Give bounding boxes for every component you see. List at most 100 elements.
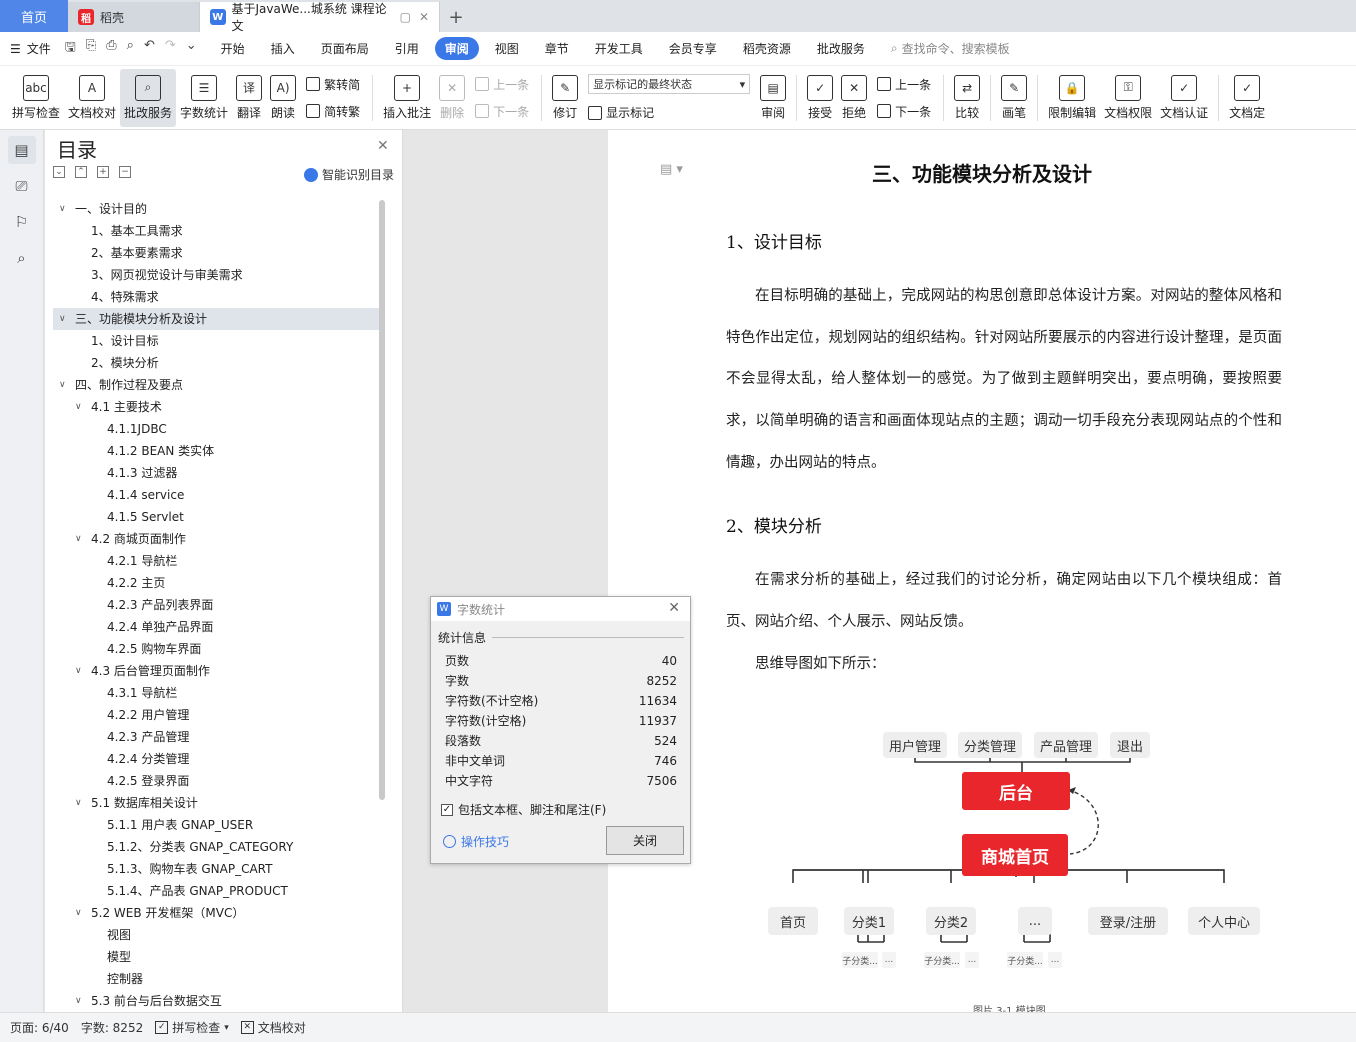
undo-icon[interactable]: ↶ xyxy=(144,38,155,60)
toc-item[interactable]: ∨ 5.2 WEB 开发框架（MVC） xyxy=(53,902,379,924)
close-tab-icon[interactable]: ✕ xyxy=(419,10,429,24)
chevron-down-icon[interactable]: ∨ xyxy=(59,374,66,396)
toc-panel-icon[interactable]: ▤ xyxy=(7,136,36,164)
doc-certify-button[interactable]: ✓ 文档认证 xyxy=(1156,69,1212,127)
toc-item[interactable]: 5.1.4、产品表 GNAP_PRODUCT xyxy=(53,880,379,902)
save-icon[interactable]: 🖫 xyxy=(65,38,76,60)
status-spell-check[interactable]: ✓ 拼写检查 ▾ xyxy=(155,1019,229,1036)
file-menu[interactable]: ☰ 文件 xyxy=(10,40,51,57)
toc-item[interactable]: 4.2.4 分类管理 xyxy=(53,748,379,770)
chevron-down-icon[interactable]: ∨ xyxy=(75,902,82,924)
toc-item[interactable]: 2、基本要素需求 xyxy=(53,242,379,264)
tab-docer[interactable]: 稻 稻壳 xyxy=(68,2,200,32)
next-comment-button[interactable]: 下一条 xyxy=(475,103,529,120)
chevron-down-icon[interactable]: ∨ xyxy=(59,198,66,220)
menu-tab-review[interactable]: 审阅 xyxy=(434,37,479,60)
toc-item[interactable]: 4.2.5 登录界面 xyxy=(53,770,379,792)
toc-item[interactable]: 5.1.1 用户表 GNAP_USER xyxy=(53,814,379,836)
chevron-down-icon[interactable]: ∨ xyxy=(59,308,66,330)
markup-state-select[interactable]: 显示标记的最终状态 ▾ xyxy=(588,74,751,94)
chevron-down-icon[interactable]: ∨ xyxy=(75,660,82,682)
preview-icon[interactable]: ⌕ xyxy=(127,38,134,60)
chevron-down-icon[interactable]: ∨ xyxy=(75,792,82,814)
correct-service-button[interactable]: ⌕ 批改服务 xyxy=(120,68,177,127)
menu-tab-docer[interactable]: 稻壳资源 xyxy=(733,37,801,60)
collapse-all-icon[interactable]: ⌄ xyxy=(53,166,65,178)
command-search[interactable]: ⌕ 查找命令、搜索模板 xyxy=(891,40,1010,57)
expand-all-icon[interactable]: ⌃ xyxy=(75,166,87,178)
to-traditional-button[interactable]: 简转繁 xyxy=(306,103,360,120)
page-indicator[interactable]: 页面: 6/40 xyxy=(10,1019,69,1036)
toc-item[interactable]: 4.2.3 产品管理 xyxy=(53,726,379,748)
toc-item[interactable]: 4.1.3 过滤器 xyxy=(53,462,379,484)
toc-item[interactable]: 模型 xyxy=(53,946,379,968)
close-icon[interactable]: ✕ xyxy=(377,138,389,154)
more-icon[interactable]: ⌄ xyxy=(186,38,197,60)
prev-revision-button[interactable]: 上一条 xyxy=(877,76,931,93)
toc-item[interactable]: 5.1.2、分类表 GNAP_CATEGORY xyxy=(53,836,379,858)
tab-document[interactable]: W 基于JavaWe...城系统 课程论文 ▢ ✕ xyxy=(200,2,440,33)
close-button[interactable]: 关闭 xyxy=(606,826,684,855)
menu-tab-correct[interactable]: 批改服务 xyxy=(807,37,875,60)
toc-item[interactable]: 5.1.3、购物车表 GNAP_CART xyxy=(53,858,379,880)
toc-item[interactable]: 4、特殊需求 xyxy=(53,286,379,308)
toc-item[interactable]: 4.2.5 购物车界面 xyxy=(53,638,379,660)
chevron-down-icon[interactable]: ∨ xyxy=(75,990,82,1012)
translate-button[interactable]: 译翻译 xyxy=(232,69,266,127)
toc-item[interactable]: ∨ 4.1 主要技术 xyxy=(53,396,379,418)
toc-item[interactable]: 视图 xyxy=(53,924,379,946)
toc-item[interactable]: 4.1.2 BEAN 类实体 xyxy=(53,440,379,462)
toc-item[interactable]: 4.2.1 导航栏 xyxy=(53,550,379,572)
word-count-button[interactable]: ☰ 字数统计 xyxy=(176,69,232,127)
find-icon[interactable]: ⌕ xyxy=(8,244,36,272)
menu-tab-member[interactable]: 会员专享 xyxy=(659,37,727,60)
include-footnotes-checkbox[interactable]: ✓ 包括文本框、脚注和尾注(F) xyxy=(441,801,606,818)
doc-permission-button[interactable]: ⚿ 文档权限 xyxy=(1100,69,1156,127)
word-count-indicator[interactable]: 字数: 8252 xyxy=(81,1019,143,1036)
toc-item[interactable]: ∨ 三、功能模块分析及设计 xyxy=(53,308,379,330)
doc-proof-button[interactable]: A 文档校对 xyxy=(64,69,120,127)
toc-item[interactable]: 1、设计目标 xyxy=(53,330,379,352)
prev-comment-button[interactable]: 上一条 xyxy=(475,76,529,93)
spell-check-button[interactable]: abc 拼写检查 xyxy=(8,69,64,127)
toc-item[interactable]: 4.1.1JDBC xyxy=(53,418,379,440)
doc-finalize-button[interactable]: ✓ 文档定 xyxy=(1225,69,1269,127)
toc-item[interactable]: 4.2.2 主页 xyxy=(53,572,379,594)
accept-button[interactable]: ✓ 接受 xyxy=(803,69,837,127)
delete-comment-button[interactable]: ✕ 删除 xyxy=(435,69,469,127)
export-icon[interactable]: ⎘ xyxy=(86,38,96,60)
toc-item[interactable]: ∨ 一、设计目的 xyxy=(53,198,379,220)
to-simplified-button[interactable]: 繁转简 xyxy=(306,76,360,93)
menu-tab-start[interactable]: 开始 xyxy=(211,37,255,60)
chevron-down-icon[interactable]: ∨ xyxy=(75,396,82,418)
remove-level-icon[interactable]: − xyxy=(119,166,131,178)
reject-button[interactable]: ✕ 拒绝 xyxy=(837,69,871,127)
toc-item[interactable]: 4.2.4 单独产品界面 xyxy=(53,616,379,638)
redo-icon[interactable]: ↷ xyxy=(165,38,176,60)
add-level-icon[interactable]: + xyxy=(97,166,109,178)
pen-button[interactable]: ✎ 画笔 xyxy=(997,69,1031,127)
bookmark-icon[interactable]: ⚐ xyxy=(8,208,36,236)
next-revision-button[interactable]: 下一条 xyxy=(877,103,931,120)
toc-item[interactable]: 4.3.1 导航栏 xyxy=(53,682,379,704)
print-icon[interactable]: ⎙ xyxy=(106,38,116,60)
show-markup-button[interactable]: 显示标记 xyxy=(588,104,750,121)
restrict-edit-button[interactable]: 🔒 限制编辑 xyxy=(1044,69,1100,127)
status-proof[interactable]: ✕ 文档校对 xyxy=(240,1019,306,1036)
toc-item[interactable]: ∨ 5.3 前台与后台数据交互 xyxy=(53,990,379,1012)
toc-item[interactable]: 控制器 xyxy=(53,968,379,990)
smart-toc-button[interactable]: 智能识别目录 xyxy=(303,166,394,183)
toc-item[interactable]: 4.2.2 用户管理 xyxy=(53,704,379,726)
close-icon[interactable]: ✕ xyxy=(668,600,680,616)
toc-item[interactable]: ∨ 四、制作过程及要点 xyxy=(53,374,379,396)
insert-comment-button[interactable]: + 插入批注 xyxy=(379,69,435,127)
toc-item[interactable]: ∨ 4.2 商城页面制作 xyxy=(53,528,379,550)
read-aloud-button[interactable]: A) 朗读 xyxy=(266,69,300,127)
menu-tab-view[interactable]: 视图 xyxy=(485,37,529,60)
toc-item[interactable]: 3、网页视觉设计与审美需求 xyxy=(53,264,379,286)
chapter-icon[interactable]: ⎚ xyxy=(8,172,36,200)
chevron-down-icon[interactable]: ∨ xyxy=(75,528,82,550)
compare-button[interactable]: ⇄ 比较 xyxy=(950,69,984,127)
toc-item[interactable]: 4.1.4 service xyxy=(53,484,379,506)
toc-item[interactable]: ∨ 4.3 后台管理页面制作 xyxy=(53,660,379,682)
